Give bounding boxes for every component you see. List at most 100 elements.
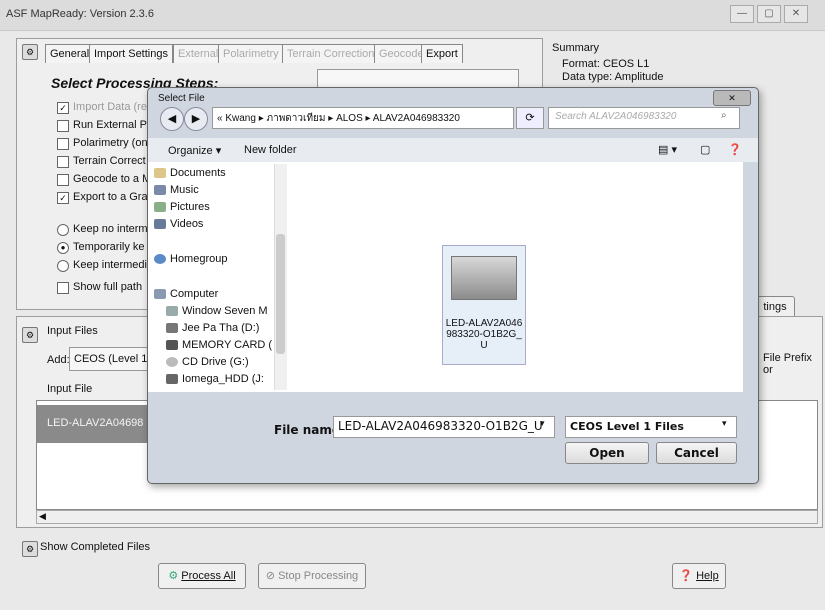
file-item-name: LED-ALAV2A046983320-O1B2G_U — [445, 318, 523, 351]
export-checkbox[interactable]: ✓ — [57, 192, 69, 204]
file-name-value: LED-ALAV2A046983320-O1B2G_U — [338, 419, 543, 433]
preview-pane-icon[interactable]: ▢ — [700, 143, 710, 156]
refresh-icon[interactable]: ⟳ — [516, 107, 544, 129]
nav-jee-pa-tha[interactable]: Jee Pa Tha (D:) — [182, 322, 259, 334]
collapse-settings-icon[interactable]: ⚙ — [22, 44, 38, 60]
breadcrumb-kwang[interactable]: Kwang — [225, 113, 256, 124]
settings-button[interactable]: tings — [755, 296, 795, 318]
file-thumbnail-icon — [451, 256, 517, 300]
process-icon: ⚙ — [168, 570, 179, 582]
run-external-label: Run External P — [73, 119, 147, 131]
temporarily-keep-radio[interactable]: ● — [57, 242, 69, 254]
table-row[interactable]: LED-ALAV2A04698 — [37, 405, 157, 443]
chevron-down-icon: ▾ — [722, 419, 727, 429]
keep-intermediate-radio[interactable] — [57, 260, 69, 272]
help-label: Help — [696, 570, 719, 582]
close-button[interactable]: ✕ — [784, 5, 808, 23]
add-format-dropdown[interactable]: CEOS (Level 1 — [69, 347, 155, 371]
tab-external[interactable]: External — [173, 44, 224, 63]
temporarily-keep-label: Temporarily ke — [73, 241, 145, 253]
run-external-checkbox[interactable] — [57, 120, 69, 132]
terrain-correct-checkbox[interactable] — [57, 156, 69, 168]
nav-scroll-thumb[interactable] — [276, 234, 285, 354]
help-circle-icon[interactable]: ❓ — [728, 143, 742, 156]
geocode-checkbox[interactable] — [57, 174, 69, 186]
stop-processing-button[interactable]: ⊘ Stop Processing — [258, 563, 366, 589]
organize-button[interactable]: Organize ▾ — [168, 144, 221, 157]
file-list-pane[interactable]: LED-ALAV2A046983320-O1B2G_U — [288, 162, 743, 392]
minimize-button[interactable]: — — [730, 5, 754, 23]
process-all-label: Process All — [181, 570, 236, 582]
show-full-path-checkbox[interactable] — [57, 282, 69, 294]
file-item[interactable]: LED-ALAV2A046983320-O1B2G_U — [442, 245, 526, 365]
summary-title: Summary — [552, 42, 600, 54]
search-placeholder: Search ALAV2A046983320 — [555, 111, 677, 122]
help-button[interactable]: ❓ Help — [672, 563, 726, 589]
nav-scrollbar[interactable] — [274, 164, 287, 390]
maximize-button[interactable]: ▢ — [757, 5, 781, 23]
nav-videos[interactable]: Videos — [170, 218, 203, 230]
cd-drive-icon — [166, 357, 178, 367]
view-options-icon[interactable]: ▤ ▾ — [658, 143, 677, 156]
tab-export[interactable]: Export — [421, 44, 463, 63]
cancel-button[interactable]: Cancel — [656, 442, 737, 464]
open-button[interactable]: Open — [565, 442, 649, 464]
breadcrumb-alos[interactable]: ALOS — [336, 113, 363, 124]
nav-pictures[interactable]: Pictures — [170, 201, 210, 213]
nav-iomega-hdd[interactable]: Iomega_HDD (J: — [182, 373, 264, 385]
tab-polarimetry[interactable]: Polarimetry — [218, 44, 284, 63]
new-folder-button[interactable]: New folder — [244, 144, 297, 156]
drive-icon — [166, 323, 178, 333]
breadcrumb-back[interactable]: « — [217, 113, 223, 124]
stop-processing-label: Stop Processing — [278, 570, 359, 582]
help-icon: ❓ — [679, 570, 693, 582]
tab-import-settings[interactable]: Import Settings — [89, 44, 173, 63]
show-completed-label[interactable]: Show Completed Files — [40, 541, 150, 553]
dialog-title: Select File — [158, 93, 205, 104]
nav-window-seven[interactable]: Window Seven M — [182, 305, 268, 317]
process-all-button[interactable]: ⚙ Process All — [158, 563, 246, 589]
chevron-down-icon[interactable]: ▾ — [540, 419, 545, 429]
file-name-input[interactable]: LED-ALAV2A046983320-O1B2G_U ▾ — [333, 416, 555, 438]
breadcrumb-satellite[interactable]: ภาพดาวเทียม — [267, 113, 326, 124]
horizontal-scrollbar[interactable]: ◀ — [36, 510, 818, 524]
dialog-close-button[interactable]: ✕ — [713, 90, 751, 106]
breadcrumb-folder[interactable]: ALAV2A046983320 — [373, 113, 460, 124]
window-title-bar: ASF MapReady: Version 2.3.6 — ▢ ✕ — [0, 0, 825, 31]
back-icon[interactable]: ◀ — [160, 107, 184, 131]
collapse-input-icon[interactable]: ⚙ — [22, 327, 38, 343]
nav-music[interactable]: Music — [170, 184, 199, 196]
input-files-title: Input Files — [47, 325, 98, 337]
documents-icon — [154, 168, 166, 178]
window-title: ASF MapReady: Version 2.3.6 — [6, 8, 154, 20]
nav-memory-card[interactable]: MEMORY CARD ( — [182, 339, 272, 351]
geocode-label: Geocode to a M — [73, 173, 152, 185]
breadcrumb: « Kwang ▸ ภาพดาวเทียม ▸ ALOS ▸ ALAV2A046… — [217, 113, 460, 124]
nav-cd-drive[interactable]: CD Drive (G:) — [182, 356, 249, 368]
stop-icon: ⊘ — [265, 570, 276, 582]
expand-completed-icon[interactable]: ⚙ — [22, 541, 38, 557]
summary-data-type: Data type: Amplitude — [562, 71, 664, 83]
nav-computer[interactable]: Computer — [170, 288, 218, 300]
file-type-dropdown[interactable]: CEOS Level 1 Files ▾ — [565, 416, 737, 438]
polarimetry-label: Polarimetry (on — [73, 137, 148, 149]
import-data-checkbox[interactable]: ✓ — [57, 102, 69, 114]
tab-general[interactable]: General — [45, 44, 95, 63]
terrain-correct-label: Terrain Correct — [73, 155, 146, 167]
polarimetry-checkbox[interactable] — [57, 138, 69, 150]
keep-none-radio[interactable] — [57, 224, 69, 236]
scroll-left-icon[interactable]: ◀ — [39, 511, 46, 522]
tab-terrain-correction[interactable]: Terrain Correction — [282, 44, 380, 63]
forward-icon[interactable]: ▶ — [184, 107, 208, 131]
nav-homegroup[interactable]: Homegroup — [170, 253, 227, 265]
keep-none-label: Keep no interm — [73, 223, 148, 235]
search-input[interactable]: Search ALAV2A046983320 ⌕ — [548, 107, 740, 129]
file-type-value: CEOS Level 1 Files — [570, 420, 684, 433]
nav-documents[interactable]: Documents — [170, 167, 226, 179]
music-icon — [154, 185, 166, 195]
bottom-panel: ⚙ Show Completed Files ⚙ Process All ⊘ S… — [0, 535, 825, 610]
input-file-column-header: Input File — [47, 383, 93, 395]
input-file-cell: LED-ALAV2A04698 — [47, 417, 144, 429]
homegroup-icon — [154, 254, 166, 264]
address-bar[interactable]: « Kwang ▸ ภาพดาวเทียม ▸ ALOS ▸ ALAV2A046… — [212, 107, 514, 129]
